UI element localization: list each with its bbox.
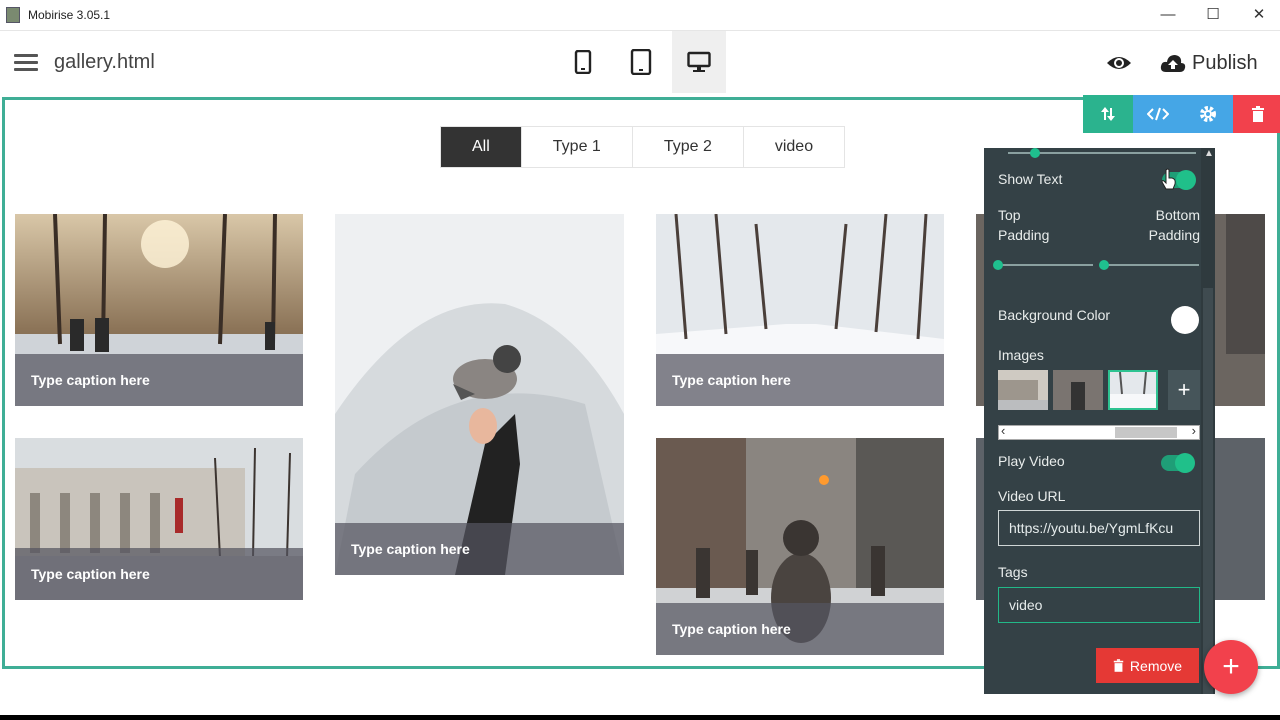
filter-video[interactable]: video <box>743 127 845 167</box>
gallery-item[interactable]: Type caption here <box>656 214 944 406</box>
plus-icon: + <box>1222 650 1240 683</box>
block-toolbar <box>1083 95 1280 133</box>
gallery-filter-bar: All Type 1 Type 2 video <box>440 126 846 168</box>
remove-label: Remove <box>1129 657 1183 674</box>
bottom-padding-slider[interactable] <box>1104 264 1199 266</box>
hand-cursor-icon <box>1161 168 1176 190</box>
desktop-view-button[interactable] <box>672 31 726 93</box>
sort-arrows-icon <box>1101 107 1115 121</box>
play-video-toggle[interactable] <box>1161 453 1195 473</box>
remove-image-button[interactable]: Remove <box>1096 648 1199 683</box>
edit-code-button[interactable] <box>1133 95 1183 133</box>
gallery-caption: Type caption here <box>335 523 624 575</box>
desktop-icon <box>687 51 711 72</box>
bottom-padding-label: Bottom Padding <box>1148 207 1200 243</box>
gallery-item[interactable]: Type caption here <box>656 438 944 655</box>
minimize-button[interactable]: — <box>1153 4 1183 26</box>
block-settings-panel: Show Text Top Padding Bottom Padding Bac… <box>984 148 1215 694</box>
trash-icon <box>1113 659 1124 672</box>
scroll-left-arrow[interactable]: ‹ <box>1001 423 1005 438</box>
add-image-button[interactable]: + <box>1168 370 1200 410</box>
code-icon <box>1147 107 1169 121</box>
gallery-item[interactable]: Type caption here <box>335 214 624 575</box>
top-padding-slider[interactable] <box>998 264 1093 266</box>
eye-icon <box>1107 57 1131 69</box>
tablet-view-button[interactable] <box>614 31 668 93</box>
gallery-item[interactable]: Type caption here <box>15 438 303 600</box>
gallery-caption: Type caption here <box>656 354 944 406</box>
delete-block-button[interactable] <box>1233 95 1280 133</box>
image-thumbnail[interactable] <box>1053 370 1103 410</box>
background-color-swatch[interactable] <box>1171 306 1199 334</box>
tags-label: Tags <box>998 564 1028 580</box>
add-block-button[interactable]: + <box>1204 640 1258 694</box>
phone-icon <box>574 50 592 74</box>
page-filename: gallery.html <box>54 51 155 73</box>
gallery-item[interactable]: Type caption here <box>15 214 303 406</box>
move-block-button[interactable] <box>1083 95 1133 133</box>
filter-type-1[interactable]: Type 1 <box>521 127 633 167</box>
gallery-caption: Type caption here <box>15 354 303 406</box>
trash-icon <box>1252 106 1264 122</box>
panel-scrollbar[interactable]: ▲ <box>1201 148 1215 694</box>
gear-icon <box>1200 106 1216 122</box>
bottom-padding-handle[interactable] <box>1099 260 1109 270</box>
app-logo-icon <box>6 7 20 23</box>
phone-view-button[interactable] <box>556 31 610 93</box>
filter-type-2[interactable]: Type 2 <box>632 127 744 167</box>
tags-input[interactable]: video <box>998 587 1200 623</box>
scrollbar-thumb[interactable] <box>1115 427 1177 438</box>
show-text-label: Show Text <box>998 171 1063 187</box>
preview-button[interactable] <box>1105 49 1133 77</box>
filter-all[interactable]: All <box>441 127 522 167</box>
gallery-caption: Type caption here <box>15 548 303 600</box>
play-video-label: Play Video <box>998 453 1065 469</box>
scroll-right-arrow[interactable]: › <box>1192 423 1196 438</box>
window-title: Mobirise 3.05.1 <box>28 8 111 22</box>
video-url-label: Video URL <box>998 488 1066 504</box>
window-titlebar: Mobirise 3.05.1 — ☐ ✕ <box>0 0 1280 31</box>
video-url-input[interactable]: https://youtu.be/YgmLfKcu <box>998 510 1200 546</box>
publish-button[interactable]: Publish <box>1160 49 1258 77</box>
background-color-label: Background Color <box>998 307 1111 323</box>
top-padding-label: Top Padding <box>998 207 1050 243</box>
panel-scrollbar-thumb[interactable] <box>1203 288 1213 694</box>
close-window-button[interactable]: ✕ <box>1244 4 1274 26</box>
image-thumbnail[interactable] <box>998 370 1048 410</box>
gallery-image <box>335 214 624 575</box>
top-padding-handle[interactable] <box>993 260 1003 270</box>
publish-label: Publish <box>1192 51 1258 74</box>
app-header: gallery.html Publish <box>0 31 1280 95</box>
images-label: Images <box>998 347 1044 363</box>
gallery-caption: Type caption here <box>656 603 944 655</box>
slider-handle[interactable] <box>1030 148 1040 158</box>
image-thumbnail-selected[interactable] <box>1108 370 1158 410</box>
maximize-button[interactable]: ☐ <box>1198 4 1228 26</box>
cloud-upload-icon <box>1160 55 1186 72</box>
block-settings-button[interactable] <box>1183 95 1233 133</box>
images-scrollbar[interactable]: ‹ › <box>998 423 1200 440</box>
scroll-up-arrow[interactable]: ▲ <box>1204 148 1214 159</box>
tablet-icon <box>630 49 652 75</box>
menu-icon[interactable] <box>14 54 38 72</box>
